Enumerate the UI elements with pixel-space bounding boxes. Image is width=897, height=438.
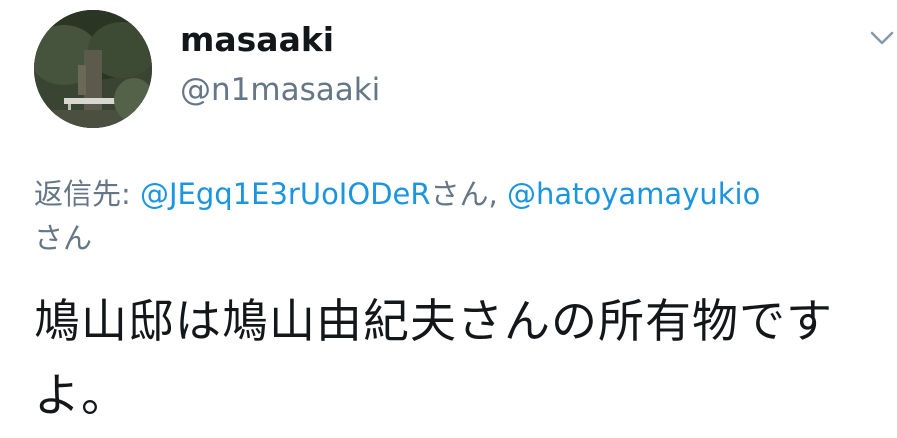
avatar[interactable] [34,10,152,128]
reply-prefix: 返信先: [34,177,140,211]
tweet-text: 鳩山邸は鳩山由紀夫さんの所有物ですよ。 [34,294,833,422]
reply-context: 返信先: @JEgq1E3rUoIODeRさん, @hatoyamayukio さ… [34,172,884,260]
user-handle[interactable]: @n1masaaki [180,70,380,110]
reply-suffix: さん, [430,177,507,211]
tweet: masaaki @n1masaaki 返信先: @JEgq1E3rUoIODeR… [0,0,897,438]
avatar-image [34,10,152,128]
chevron-down-icon[interactable] [868,28,896,48]
mention-link[interactable]: @hatoyamayukio [507,177,760,211]
reply-suffix: さん [34,221,93,255]
display-name[interactable]: masaaki [180,20,334,60]
mention-link[interactable]: @JEgq1E3rUoIODeR [140,177,431,211]
